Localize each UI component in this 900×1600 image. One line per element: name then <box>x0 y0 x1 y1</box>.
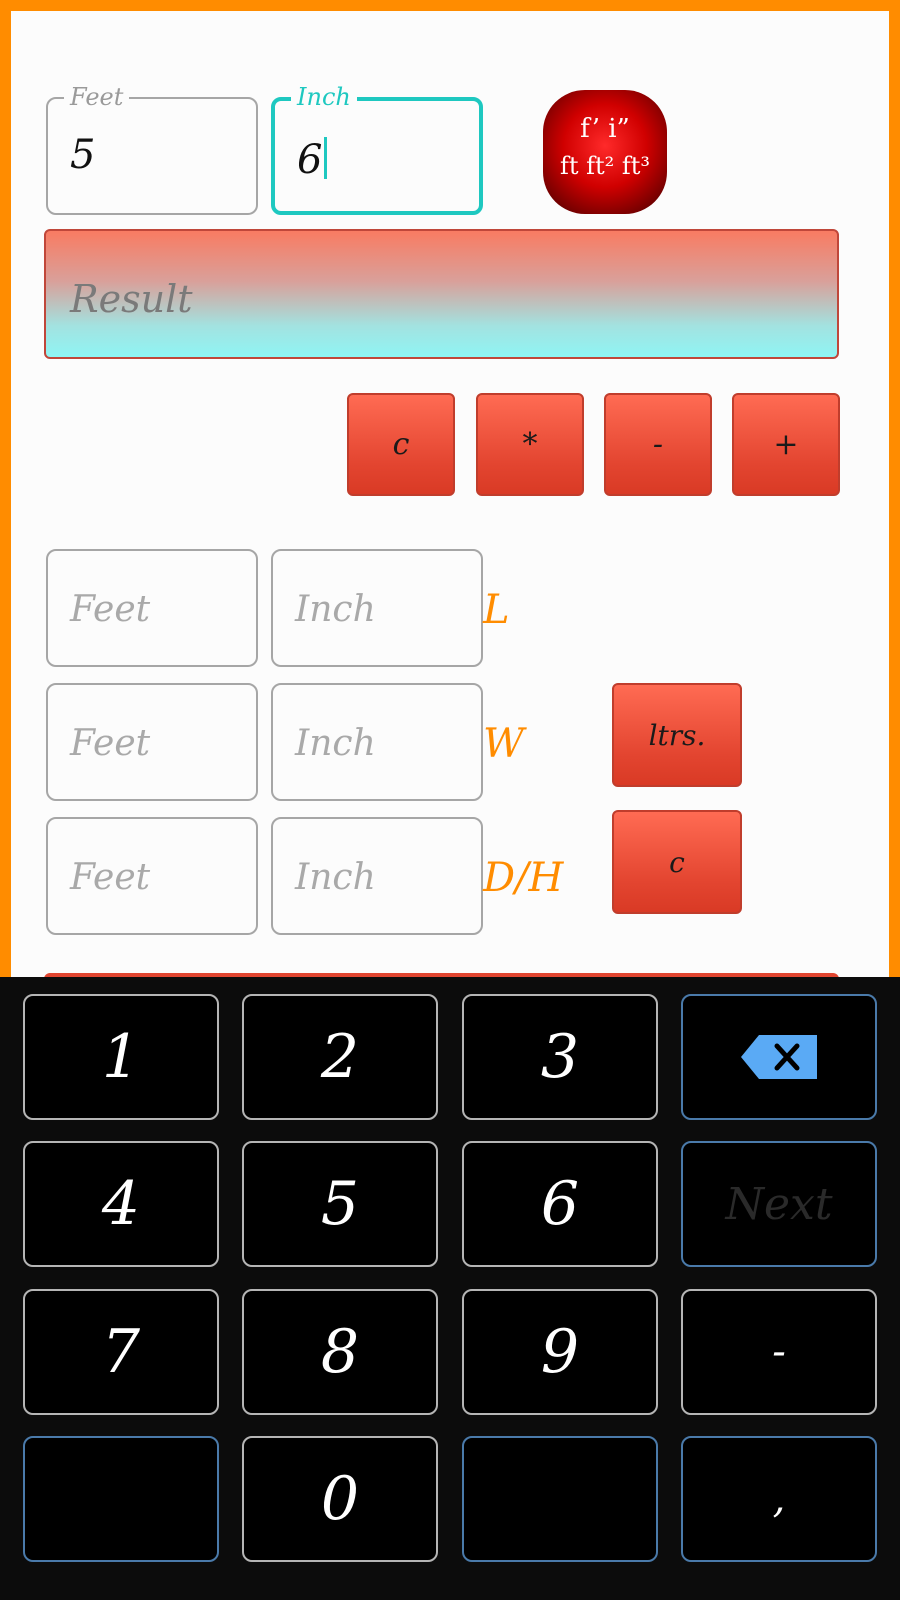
depth-feet-input[interactable]: Feet <box>46 817 258 935</box>
key-next[interactable]: Next <box>681 1141 877 1267</box>
liters-button[interactable]: ltrs. <box>612 683 742 787</box>
feet-input-value: 5 <box>70 132 96 178</box>
depth-label: D/H <box>483 855 564 901</box>
text-cursor <box>324 137 328 179</box>
width-label: W <box>483 721 525 767</box>
key-7[interactable]: 7 <box>23 1289 219 1415</box>
length-label: L <box>483 587 510 633</box>
key-5[interactable]: 5 <box>242 1141 438 1267</box>
dimension-clear-button[interactable]: c <box>612 810 742 914</box>
key-2[interactable]: 2 <box>242 994 438 1120</box>
key-0[interactable]: 0 <box>242 1436 438 1562</box>
numeric-keyboard: 1 2 3 4 5 6 Next 7 8 9 - 0 , <box>0 977 900 1600</box>
inch-input-value-wrap: 6 <box>297 137 328 183</box>
app-canvas: Feet 5 Inch 6 f’ i” ft ft² ft³ Result c … <box>11 11 889 977</box>
width-feet-placeholder: Feet <box>70 723 151 764</box>
key-3[interactable]: 3 <box>462 994 658 1120</box>
width-inch-input[interactable]: Inch <box>271 683 483 801</box>
result-field[interactable]: Result <box>44 229 839 359</box>
key-backspace[interactable] <box>681 994 877 1120</box>
clear-op-button[interactable]: c <box>347 393 455 496</box>
key-1[interactable]: 1 <box>23 994 219 1120</box>
unit-badge-line2: ft ft² ft³ <box>559 152 651 180</box>
inch-input[interactable]: Inch 6 <box>271 83 483 215</box>
length-feet-input[interactable]: Feet <box>46 549 258 667</box>
multiply-op-button[interactable]: * <box>476 393 584 496</box>
length-inch-input[interactable]: Inch <box>271 549 483 667</box>
backspace-icon <box>741 1035 817 1079</box>
key-minus[interactable]: - <box>681 1289 877 1415</box>
depth-inch-placeholder: Inch <box>295 857 376 898</box>
width-feet-input[interactable]: Feet <box>46 683 258 801</box>
feet-input-label: Feet <box>64 83 130 111</box>
depth-inch-input[interactable]: Inch <box>271 817 483 935</box>
width-inch-placeholder: Inch <box>295 723 376 764</box>
key-blank-middle[interactable] <box>462 1436 658 1562</box>
key-blank-left[interactable] <box>23 1436 219 1562</box>
key-8[interactable]: 8 <box>242 1289 438 1415</box>
length-inch-placeholder: Inch <box>295 589 376 630</box>
feet-input[interactable]: Feet 5 <box>46 83 258 215</box>
key-comma[interactable]: , <box>681 1436 877 1562</box>
length-feet-placeholder: Feet <box>70 589 151 630</box>
depth-feet-placeholder: Feet <box>70 857 151 898</box>
key-6[interactable]: 6 <box>462 1141 658 1267</box>
key-9[interactable]: 9 <box>462 1289 658 1415</box>
minus-op-button[interactable]: - <box>604 393 712 496</box>
plus-op-button[interactable]: + <box>732 393 840 496</box>
result-placeholder: Result <box>70 277 193 321</box>
inch-input-label: Inch <box>291 83 357 111</box>
inch-input-value: 6 <box>297 137 323 183</box>
key-4[interactable]: 4 <box>23 1141 219 1267</box>
unit-badge-line1: f’ i” <box>580 114 630 144</box>
unit-mode-button[interactable]: f’ i” ft ft² ft³ <box>543 90 667 214</box>
